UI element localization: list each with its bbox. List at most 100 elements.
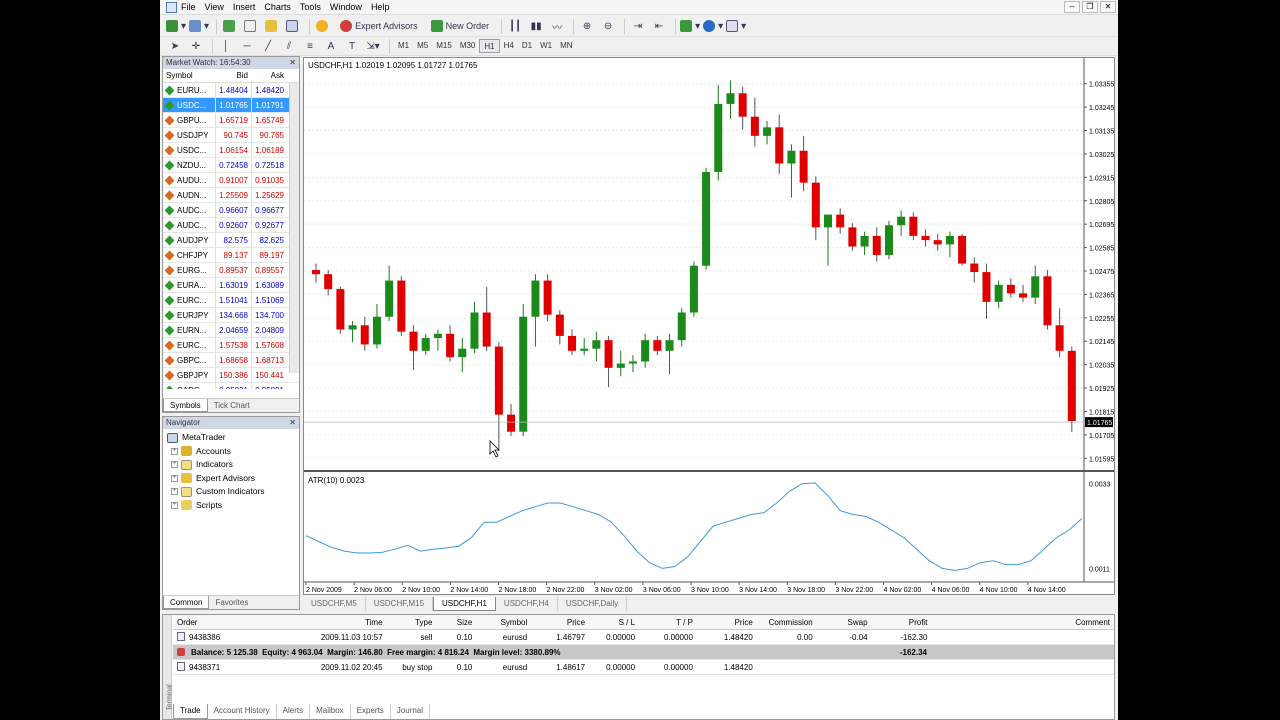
fibonacci-icon[interactable]: ≡	[301, 38, 319, 55]
templates-icon[interactable]: ▾	[726, 18, 746, 35]
menu-view[interactable]: View	[205, 2, 233, 12]
terminal-header-cell[interactable]: Order	[173, 615, 259, 629]
favorites-icon[interactable]	[263, 18, 281, 35]
header-symbol[interactable]: Symbol	[163, 69, 215, 82]
market-watch-row[interactable]: AUDC... 0.92607 0.92677	[163, 218, 299, 233]
text-icon[interactable]: A	[322, 38, 340, 55]
horizontal-line-icon[interactable]: ─	[238, 38, 256, 55]
market-watch-row[interactable]: AUDN... 1.25509 1.25629	[163, 188, 299, 203]
market-watch-row[interactable]: USDJPY 90.745 90.765	[163, 128, 299, 143]
market-watch-row[interactable]: GBPC... 1.68658 1.68713	[163, 353, 299, 368]
trendline-icon[interactable]: ╱	[259, 38, 277, 55]
minimize-icon[interactable]: –	[1064, 1, 1080, 13]
cursor-icon[interactable]: ➤	[166, 38, 184, 55]
market-watch-row[interactable]: CHFJPY 89.137 89.197	[163, 248, 299, 263]
market-watch-icon[interactable]	[221, 18, 239, 35]
menu-insert[interactable]: Insert	[233, 2, 265, 12]
timeframe-m1[interactable]: M1	[394, 39, 413, 53]
expert-advisors-button[interactable]: Expert Advisors	[335, 18, 423, 35]
chart-tab[interactable]: USDCHF,M15	[366, 597, 434, 611]
new-order-button[interactable]: New Order	[426, 18, 495, 35]
price-chart[interactable]: USDCHF,H1 1.02019 1.02095 1.01727 1.0176…	[304, 58, 1114, 594]
terminal-tab[interactable]: Mailbox	[310, 704, 351, 719]
chart-tab[interactable]: USDCHF,H1	[433, 597, 496, 611]
tab-favorites[interactable]: Favorites	[209, 596, 254, 609]
timeframe-m5[interactable]: M5	[413, 39, 432, 53]
timeframe-h1[interactable]: H1	[479, 39, 500, 53]
terminal-header-cell[interactable]: Swap	[817, 615, 872, 629]
navigator-item-accounts[interactable]: + Accounts	[163, 445, 299, 459]
terminal-tab[interactable]: Journal	[391, 704, 431, 719]
navigator-root[interactable]: MetaTrader	[163, 431, 299, 445]
timeframe-mn[interactable]: MN	[556, 39, 576, 53]
menu-help[interactable]: Help	[371, 2, 399, 12]
terminal-header-cell[interactable]: Comment	[931, 615, 1114, 629]
terminal-header-cell[interactable]: Type	[387, 615, 437, 629]
market-watch-row[interactable]: AUDJPY 82.575 82.625	[163, 233, 299, 248]
menu-file[interactable]: File	[181, 2, 205, 12]
restore-icon[interactable]: ❐	[1082, 1, 1098, 13]
market-watch-row[interactable]: EURU... 1.48404 1.48420	[163, 83, 299, 98]
line-chart-icon[interactable]: 〰	[548, 18, 566, 35]
zoom-out-icon[interactable]: ⊖	[599, 18, 617, 35]
market-watch-row[interactable]: EURJPY 134.668 134.700	[163, 308, 299, 323]
timeframe-h4[interactable]: H4	[500, 39, 518, 53]
tab-tick-chart[interactable]: Tick Chart	[208, 399, 256, 412]
chart-tab[interactable]: USDCHF,H4	[496, 597, 558, 611]
expand-icon[interactable]: +	[171, 501, 178, 509]
terminal-header-cell[interactable]: Profit	[872, 615, 932, 629]
terminal-tab[interactable]: Account History	[208, 704, 277, 719]
timeframe-w1[interactable]: W1	[536, 39, 556, 53]
terminal-header-cell[interactable]: Time	[259, 615, 387, 629]
market-watch-row[interactable]: GBPJPY 150.386 150.441	[163, 368, 299, 383]
market-watch-row[interactable]: EURA... 1.63019 1.63089	[163, 278, 299, 293]
market-watch-row[interactable]: USDC... 1.01765 1.01791	[163, 98, 299, 113]
arrows-icon[interactable]: ⇲▾	[364, 38, 382, 55]
terminal-tab[interactable]: Experts	[351, 704, 391, 719]
timeframe-m15[interactable]: M15	[432, 39, 456, 53]
trade-row[interactable]: 9438371 2009.11.02 20:45 buy stop 0.10 eurus…	[173, 660, 1114, 675]
market-watch-row[interactable]: USDC... 1.06154 1.06189	[163, 143, 299, 158]
terminal-header-cell[interactable]: Symbol	[476, 615, 531, 629]
market-watch-row[interactable]: AUDC... 0.96607 0.96677	[163, 203, 299, 218]
chart-tab[interactable]: USDCHF,Daily	[558, 597, 628, 611]
tab-common[interactable]: Common	[163, 596, 210, 609]
terminal-header-cell[interactable]: T / P	[639, 615, 697, 629]
market-watch-scrollbar[interactable]	[289, 83, 299, 373]
terminal-header-cell[interactable]: Commission	[757, 615, 817, 629]
terminal-header-cell[interactable]: Size	[436, 615, 476, 629]
menu-window[interactable]: Window	[330, 2, 371, 12]
market-watch-row[interactable]: CADC... 0.958310.95891	[163, 383, 299, 389]
market-watch-row[interactable]: GBPU... 1.65719 1.65749	[163, 113, 299, 128]
terminal-header-cell[interactable]: Price	[531, 615, 589, 629]
navigator-icon[interactable]	[242, 18, 260, 35]
zoom-in-icon[interactable]: ⊕	[578, 18, 596, 35]
terminal-tab[interactable]: Alerts	[277, 704, 311, 719]
candlesticks-icon[interactable]: ▮▮	[527, 18, 545, 35]
chart-tab[interactable]: USDCHF,M5	[303, 597, 366, 611]
expand-icon[interactable]: +	[171, 474, 178, 482]
expand-icon[interactable]: +	[171, 447, 178, 455]
bar-chart-icon[interactable]: ┃┃	[506, 18, 524, 35]
market-watch-row[interactable]: EURG... 0.89537 0.89557	[163, 263, 299, 278]
expand-icon[interactable]: +	[171, 488, 178, 496]
new-chart-button[interactable]: ▾	[166, 18, 186, 35]
history-center-icon[interactable]	[314, 18, 332, 35]
profiles-button[interactable]: ▾	[189, 18, 209, 35]
navigator-item-expert-advisors[interactable]: + Expert Advisors	[163, 472, 299, 486]
navigator-item-custom-indicators[interactable]: + Custom Indicators	[163, 485, 299, 499]
menu-charts[interactable]: Charts	[264, 2, 300, 12]
channel-icon[interactable]: ⫽	[280, 38, 298, 55]
timeframe-d1[interactable]: D1	[518, 39, 536, 53]
vertical-line-icon[interactable]: │	[217, 38, 235, 55]
terminal-header-cell[interactable]: S / L	[589, 615, 639, 629]
terminal-tab[interactable]: Trade	[173, 704, 208, 719]
market-watch-row[interactable]: EURN... 2.04659 2.04809	[163, 323, 299, 338]
close-icon[interactable]: ✕	[289, 57, 296, 69]
trade-row[interactable]: 9438386 2009.11.03 10:57 sell 0.10 eurusd 1.4…	[173, 630, 1114, 645]
timeframe-m30[interactable]: M30	[456, 39, 480, 53]
header-bid[interactable]: Bid	[215, 69, 251, 82]
close-icon[interactable]: ✕	[1100, 1, 1116, 13]
close-icon[interactable]: ✕	[289, 417, 296, 429]
tab-symbols[interactable]: Symbols	[163, 399, 208, 412]
